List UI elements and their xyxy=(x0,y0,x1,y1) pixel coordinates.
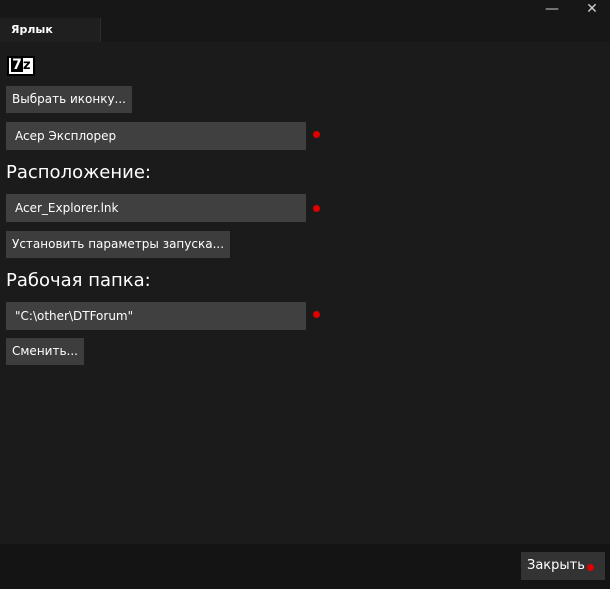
location-field[interactable]: Acer_Explorer.lnk xyxy=(6,194,306,222)
choose-icon-button[interactable]: Выбрать иконку... xyxy=(6,86,132,113)
change-folder-button[interactable]: Сменить... xyxy=(6,338,84,365)
marker-dot xyxy=(587,564,594,571)
marker-dot xyxy=(313,131,320,138)
marker-dot xyxy=(313,205,320,212)
minimize-button[interactable]: — xyxy=(537,0,567,20)
close-button-label: Закрыть xyxy=(527,558,585,573)
work-folder-heading: Рабочая папка: xyxy=(6,270,151,291)
logo-seven: 7 xyxy=(11,56,23,73)
launch-params-button[interactable]: Установить параметры запуска... xyxy=(6,231,231,258)
work-folder-field[interactable]: "C:\other\DTForum" xyxy=(6,302,306,330)
title-bar: Ярлык — ✕ xyxy=(0,0,610,42)
close-button[interactable]: Закрыть xyxy=(521,552,605,580)
7zip-logo-icon: 7 z xyxy=(7,56,35,76)
location-heading: Расположение: xyxy=(6,162,151,183)
marker-dot xyxy=(313,311,320,318)
logo-z: z xyxy=(23,58,31,73)
tab-shortcut[interactable]: Ярлык xyxy=(0,18,101,42)
shortcut-name-field[interactable]: Acep Эксплорер xyxy=(6,122,306,150)
close-window-button[interactable]: ✕ xyxy=(577,0,607,20)
footer-bar xyxy=(0,544,610,589)
